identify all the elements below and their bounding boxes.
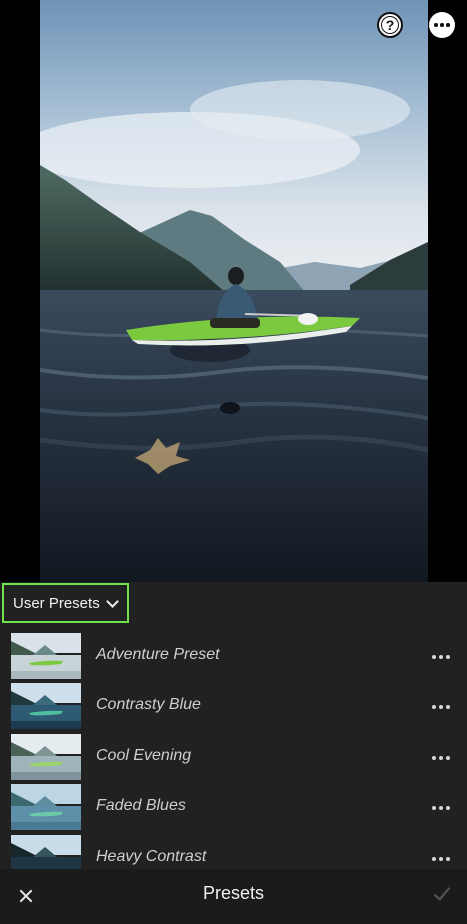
- preset-more-icon[interactable]: [428, 852, 454, 866]
- preset-more-icon[interactable]: [428, 650, 454, 664]
- preset-more-icon[interactable]: [428, 801, 454, 815]
- preset-thumbnail: [11, 835, 81, 869]
- more-options-icon[interactable]: [429, 12, 455, 38]
- preset-name: Adventure Preset: [96, 646, 220, 663]
- panel-title: Presets: [202, 883, 265, 903]
- preset-item-heavy-contrast[interactable]: Heavy Contrast: [0, 834, 467, 869]
- preset-list: Adventure Preset Contrasty Blue Cool Eve…: [0, 632, 467, 869]
- photo-canvas: ?: [0, 0, 467, 582]
- preset-item-cool-evening[interactable]: Cool Evening: [0, 733, 467, 783]
- preset-name: Cool Evening: [96, 747, 192, 764]
- preset-name: Contrasty Blue: [96, 696, 201, 713]
- preset-item-adventure-preset[interactable]: Adventure Preset: [0, 632, 467, 682]
- preset-thumbnail: [11, 784, 81, 830]
- preset-more-icon[interactable]: [428, 751, 454, 765]
- kayak-lake-photo: [40, 0, 428, 582]
- preset-item-faded-blues[interactable]: Faded Blues: [0, 783, 467, 833]
- checkmark-icon[interactable]: [428, 881, 456, 909]
- help-icon[interactable]: ?: [377, 12, 403, 38]
- chevron-down-icon: [105, 594, 119, 608]
- preset-thumbnail: [11, 683, 81, 729]
- preset-more-icon[interactable]: [428, 700, 454, 714]
- preset-name: Faded Blues: [96, 797, 186, 814]
- preset-group-label: User Presets: [13, 594, 100, 612]
- preset-group-dropdown[interactable]: User Presets: [2, 583, 129, 623]
- presets-panel: User Presets Adventure Preset Contrasty …: [0, 582, 467, 869]
- preview-image: [40, 0, 428, 582]
- preset-thumbnail: [11, 734, 81, 780]
- preset-thumbnail: [11, 633, 81, 679]
- preset-item-contrasty-blue[interactable]: Contrasty Blue: [0, 682, 467, 732]
- preset-name: Heavy Contrast: [96, 848, 207, 865]
- bottom-action-bar: Presets: [0, 869, 467, 924]
- help-icon-glyph: ?: [385, 17, 395, 33]
